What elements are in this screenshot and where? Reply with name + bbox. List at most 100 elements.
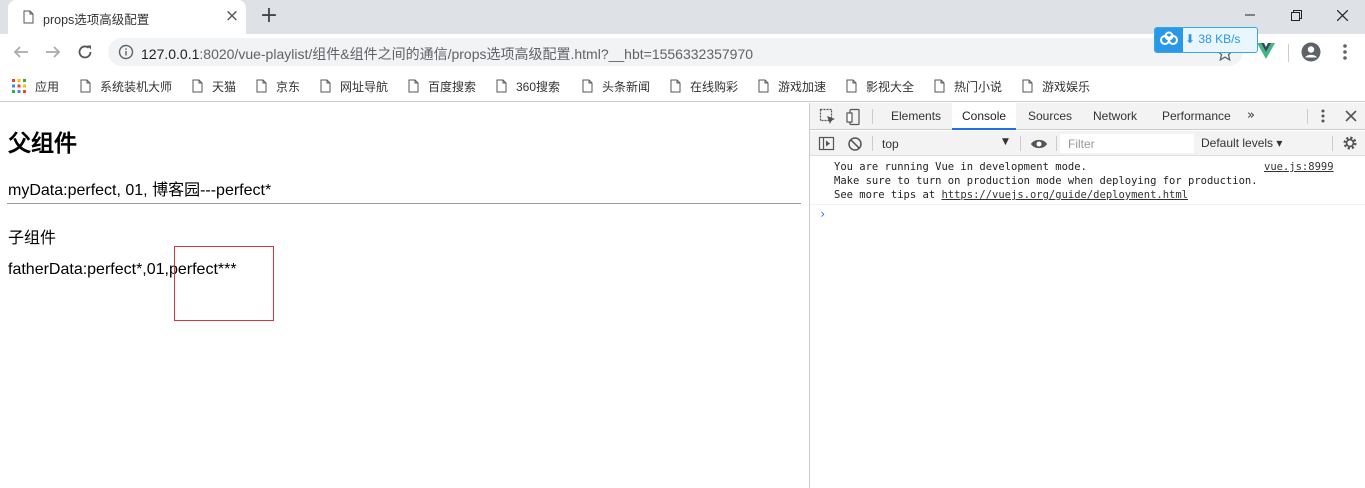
bookmark-item[interactable]: 在线购彩: [670, 76, 738, 96]
bookmark-label: 网址导航: [340, 79, 389, 94]
page-icon: [256, 79, 267, 93]
bookmark-label: 头条新闻: [602, 79, 651, 94]
bookmark-item[interactable]: 百度搜索: [408, 76, 476, 96]
annotation-highlight-box: [174, 246, 274, 321]
forward-button[interactable]: [41, 40, 65, 64]
devtools-menu-icon[interactable]: [1318, 107, 1328, 125]
baidu-cloud-icon: [1155, 28, 1183, 52]
browser-tab[interactable]: props选项高级配置 ×: [8, 0, 246, 34]
parent-component-heading: 父组件: [8, 131, 77, 157]
devtools-separator: [872, 109, 873, 124]
bookmark-item[interactable]: 360搜索: [496, 76, 560, 96]
bookmark-label: 游戏娱乐: [1042, 79, 1091, 94]
minimize-icon: [1245, 14, 1255, 16]
console-line: See more tips at https://vuejs.org/guide…: [834, 189, 1189, 201]
tab-sources[interactable]: Sources: [1018, 103, 1082, 130]
more-tabs-button[interactable]: »: [1247, 108, 1255, 123]
device-toolbar-icon[interactable]: [845, 108, 863, 126]
bookmark-item[interactable]: 京东: [256, 76, 300, 96]
page-icon: [1022, 79, 1033, 93]
devtools-panel: Elements Console Sources Network Perform…: [809, 103, 1365, 488]
bookmark-label: 游戏加速: [778, 79, 827, 94]
page-icon: [670, 79, 681, 93]
profile-icon[interactable]: [1301, 42, 1321, 62]
devtools-close-icon[interactable]: [1343, 108, 1359, 124]
bookmark-label: 系统装机大师: [100, 79, 173, 94]
bookmark-label: 百度搜索: [428, 79, 477, 94]
console-source-link[interactable]: vue.js:8999: [1264, 161, 1334, 173]
chevron-down-icon[interactable]: ▼: [1002, 137, 1009, 147]
tab-title: props选项高级配置: [43, 13, 150, 27]
bookmark-item[interactable]: 网址导航: [320, 76, 388, 96]
console-toolbar: top ▼ Filter Default levels ▾: [810, 131, 1365, 156]
devtools-separator: [1020, 136, 1021, 151]
page-icon: [320, 79, 331, 93]
devtools-separator: [1056, 136, 1057, 151]
tab-elements[interactable]: Elements: [881, 103, 951, 130]
download-speed-widget[interactable]: ⬇ 38 KB/s: [1154, 27, 1258, 53]
devtools-separator: [872, 136, 873, 151]
page-icon: [496, 79, 507, 93]
tab-close-button[interactable]: ×: [223, 7, 241, 25]
restore-icon: [1290, 9, 1302, 21]
address-bar[interactable]: 127.0.0.1:8020/vue-playlist/组件&组件之间的通信/p…: [108, 38, 1243, 66]
console-settings-gear-icon[interactable]: [1342, 135, 1358, 151]
bookmark-item[interactable]: 系统装机大师: [80, 76, 172, 96]
forward-arrow-icon: [46, 46, 61, 58]
console-prompt[interactable]: ›: [819, 207, 826, 221]
kebab-menu-icon[interactable]: [1337, 42, 1353, 62]
tab-performance[interactable]: Performance: [1152, 103, 1241, 130]
bookmark-label: 天猫: [212, 79, 237, 94]
page-icon: [758, 79, 769, 93]
minimize-button[interactable]: [1227, 0, 1273, 30]
log-levels-dropdown[interactable]: Default levels ▾: [1201, 136, 1282, 150]
bookmark-item[interactable]: 热门小说: [934, 76, 1002, 96]
console-message: You are running Vue in development mode.…: [810, 157, 1365, 205]
url-text: 127.0.0.1:8020/vue-playlist/组件&组件之间的通信/p…: [141, 46, 754, 62]
page-icon: [23, 10, 34, 24]
bookmark-label: 应用: [35, 79, 60, 94]
bookmark-label: 360搜索: [516, 79, 561, 94]
bookmark-apps[interactable]: 应用: [12, 76, 59, 96]
bookmark-item[interactable]: 影视大全: [846, 76, 914, 96]
reload-button[interactable]: [73, 40, 97, 64]
devtools-separator: [1332, 136, 1333, 151]
page-icon: [934, 79, 945, 93]
tab-network[interactable]: Network: [1083, 103, 1147, 130]
toolbar-separator: [1288, 44, 1289, 62]
live-expression-eye-icon[interactable]: [1030, 135, 1048, 153]
bookmark-item[interactable]: 游戏娱乐: [1022, 76, 1090, 96]
close-icon: [1336, 9, 1348, 21]
deployment-guide-link[interactable]: https://vuejs.org/guide/deployment.html: [941, 189, 1188, 201]
page-icon: [192, 79, 203, 93]
new-tab-button[interactable]: +: [258, 5, 280, 27]
restore-button[interactable]: [1273, 0, 1319, 30]
tab-console[interactable]: Console: [952, 103, 1017, 130]
bookmarks-bar: 应用 系统装机大师 天猫 京东 网址导航 百度搜索 360搜索 头条新闻 在线购…: [0, 70, 1365, 102]
page-icon: [408, 79, 419, 93]
back-button[interactable]: [9, 40, 33, 64]
back-arrow-icon: [13, 46, 28, 58]
page-viewport: 父组件 myData:perfect, 01, 博客园---perfect* 子…: [0, 103, 809, 488]
child-component-heading: 子组件: [8, 230, 57, 247]
apps-grid-icon: [12, 79, 26, 93]
context-selector[interactable]: top: [882, 137, 899, 151]
console-sidebar-icon[interactable]: [818, 135, 836, 153]
page-icon: [582, 79, 593, 93]
clear-console-icon[interactable]: [846, 135, 864, 153]
bookmark-item[interactable]: 天猫: [192, 76, 236, 96]
bookmark-item[interactable]: 游戏加速: [758, 76, 826, 96]
page-icon: [846, 79, 857, 93]
inspect-element-icon[interactable]: [819, 108, 837, 126]
close-window-button[interactable]: [1319, 0, 1365, 30]
bookmark-item[interactable]: 头条新闻: [582, 76, 650, 96]
console-filter-input[interactable]: Filter: [1060, 134, 1194, 153]
bookmark-label: 京东: [276, 79, 301, 94]
reload-icon: [78, 45, 92, 59]
devtools-tab-bar: Elements Console Sources Network Perform…: [810, 103, 1365, 130]
bookmark-label: 影视大全: [866, 79, 915, 94]
info-icon[interactable]: [118, 44, 134, 60]
bookmark-label: 热门小说: [954, 79, 1003, 94]
console-line: Make sure to turn on production mode whe…: [834, 175, 1258, 187]
vue-devtools-icon[interactable]: [1257, 43, 1275, 59]
